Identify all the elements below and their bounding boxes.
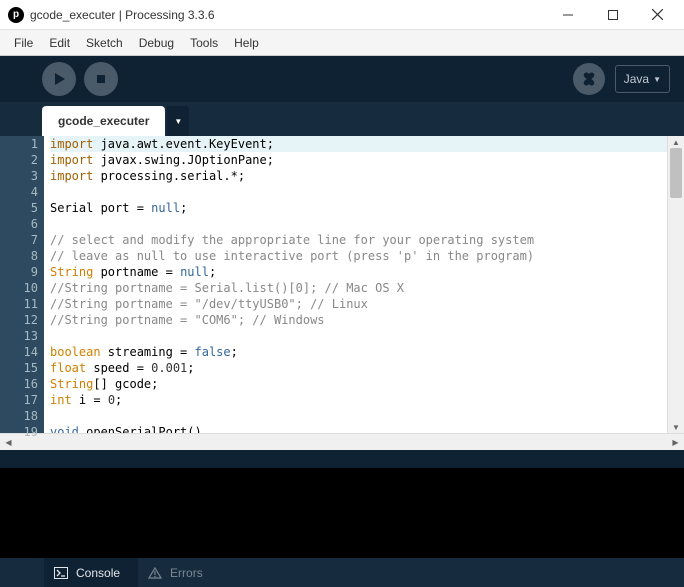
tab-menu-button[interactable]: ▼ xyxy=(167,106,189,136)
code-line[interactable]: // leave as null to use interactive port… xyxy=(50,248,667,264)
errors-tab-label: Errors xyxy=(170,566,203,580)
line-number: 5 xyxy=(0,200,38,216)
line-number: 12 xyxy=(0,312,38,328)
chevron-down-icon: ▼ xyxy=(174,117,182,126)
line-number: 1 xyxy=(0,136,38,152)
line-number: 17 xyxy=(0,392,38,408)
sketch-tab-label: gcode_executer xyxy=(58,114,149,128)
scrollbar-arrow-right-icon[interactable]: ▶ xyxy=(667,434,684,450)
line-number: 18 xyxy=(0,408,38,424)
console-divider[interactable] xyxy=(0,450,684,468)
console-icon xyxy=(54,567,68,579)
errors-tab[interactable]: Errors xyxy=(138,558,221,587)
code-line[interactable]: // select and modify the appropriate lin… xyxy=(50,232,667,248)
code-line[interactable]: int i = 0; xyxy=(50,392,667,408)
line-number: 3 xyxy=(0,168,38,184)
code-line[interactable]: Serial port = null; xyxy=(50,200,667,216)
line-number: 6 xyxy=(0,216,38,232)
code-line[interactable]: float speed = 0.001; xyxy=(50,360,667,376)
app-icon: p xyxy=(8,7,24,23)
code-line[interactable] xyxy=(50,328,667,344)
window-close-button[interactable] xyxy=(635,0,680,30)
close-icon xyxy=(652,9,663,20)
line-number: 15 xyxy=(0,360,38,376)
menu-file[interactable]: File xyxy=(6,32,41,54)
line-number: 13 xyxy=(0,328,38,344)
line-number: 10 xyxy=(0,280,38,296)
line-number-gutter: 12345678910111213141516171819 xyxy=(0,136,44,433)
code-line[interactable]: //String portname = Serial.list()[0]; //… xyxy=(50,280,667,296)
code-line[interactable]: import processing.serial.*; xyxy=(50,168,667,184)
console-output[interactable] xyxy=(0,468,684,558)
line-number: 2 xyxy=(0,152,38,168)
menu-help[interactable]: Help xyxy=(226,32,267,54)
code-line[interactable]: boolean streaming = false; xyxy=(50,344,667,360)
horizontal-scrollbar[interactable]: ◀ ▶ xyxy=(0,433,684,450)
warning-icon xyxy=(148,567,162,579)
scrollbar-arrow-down-icon[interactable]: ▼ xyxy=(668,421,684,433)
line-number: 19 xyxy=(0,424,38,440)
line-number: 11 xyxy=(0,296,38,312)
code-line[interactable]: //String portname = "/dev/ttyUSB0"; // L… xyxy=(50,296,667,312)
stop-button[interactable] xyxy=(84,62,118,96)
code-line[interactable] xyxy=(50,216,667,232)
menu-tools[interactable]: Tools xyxy=(182,32,226,54)
code-line[interactable] xyxy=(50,408,667,424)
line-number: 7 xyxy=(0,232,38,248)
line-number: 9 xyxy=(0,264,38,280)
code-line[interactable]: String portname = null; xyxy=(50,264,667,280)
code-line[interactable]: void openSerialPort() xyxy=(50,424,667,433)
line-number: 4 xyxy=(0,184,38,200)
line-number: 8 xyxy=(0,248,38,264)
mode-selector-label: Java xyxy=(624,72,649,86)
code-line[interactable]: import javax.swing.JOptionPane; xyxy=(50,152,667,168)
code-line[interactable]: //String portname = "COM6"; // Windows xyxy=(50,312,667,328)
line-number: 14 xyxy=(0,344,38,360)
window-title: gcode_executer | Processing 3.3.6 xyxy=(30,8,215,22)
code-line[interactable]: import java.awt.event.KeyEvent; xyxy=(50,136,667,152)
minimize-icon xyxy=(563,10,573,20)
console-tab[interactable]: Console xyxy=(44,558,138,587)
menu-sketch[interactable]: Sketch xyxy=(78,32,131,54)
tab-bar: gcode_executer ▼ xyxy=(0,102,684,136)
mode-selector[interactable]: Java ▼ xyxy=(615,65,670,93)
console-tab-label: Console xyxy=(76,566,120,580)
bottom-tab-bar: Console Errors xyxy=(0,558,684,587)
chevron-down-icon: ▼ xyxy=(653,75,661,84)
menu-debug[interactable]: Debug xyxy=(131,32,182,54)
maximize-icon xyxy=(608,10,618,20)
butterfly-icon xyxy=(581,71,597,87)
scrollbar-arrow-up-icon[interactable]: ▲ xyxy=(668,136,684,148)
code-area[interactable]: import java.awt.event.KeyEvent;import ja… xyxy=(44,136,667,433)
window-maximize-button[interactable] xyxy=(590,0,635,30)
run-button[interactable] xyxy=(42,62,76,96)
line-number: 16 xyxy=(0,376,38,392)
scrollbar-track[interactable] xyxy=(17,434,667,450)
vertical-scrollbar[interactable]: ▲ ▼ xyxy=(667,136,684,433)
play-icon xyxy=(52,72,66,86)
menu-edit[interactable]: Edit xyxy=(41,32,78,54)
code-line[interactable] xyxy=(50,184,667,200)
window-minimize-button[interactable] xyxy=(545,0,590,30)
code-line[interactable]: String[] gcode; xyxy=(50,376,667,392)
toolbar: Java ▼ xyxy=(0,56,684,102)
menu-bar: File Edit Sketch Debug Tools Help xyxy=(0,30,684,56)
code-editor[interactable]: 12345678910111213141516171819 import jav… xyxy=(0,136,684,433)
debug-toggle-button[interactable] xyxy=(573,63,605,95)
sketch-tab[interactable]: gcode_executer xyxy=(42,106,165,136)
window-titlebar: p gcode_executer | Processing 3.3.6 xyxy=(0,0,684,30)
scrollbar-thumb[interactable] xyxy=(670,148,682,198)
stop-icon xyxy=(94,72,108,86)
